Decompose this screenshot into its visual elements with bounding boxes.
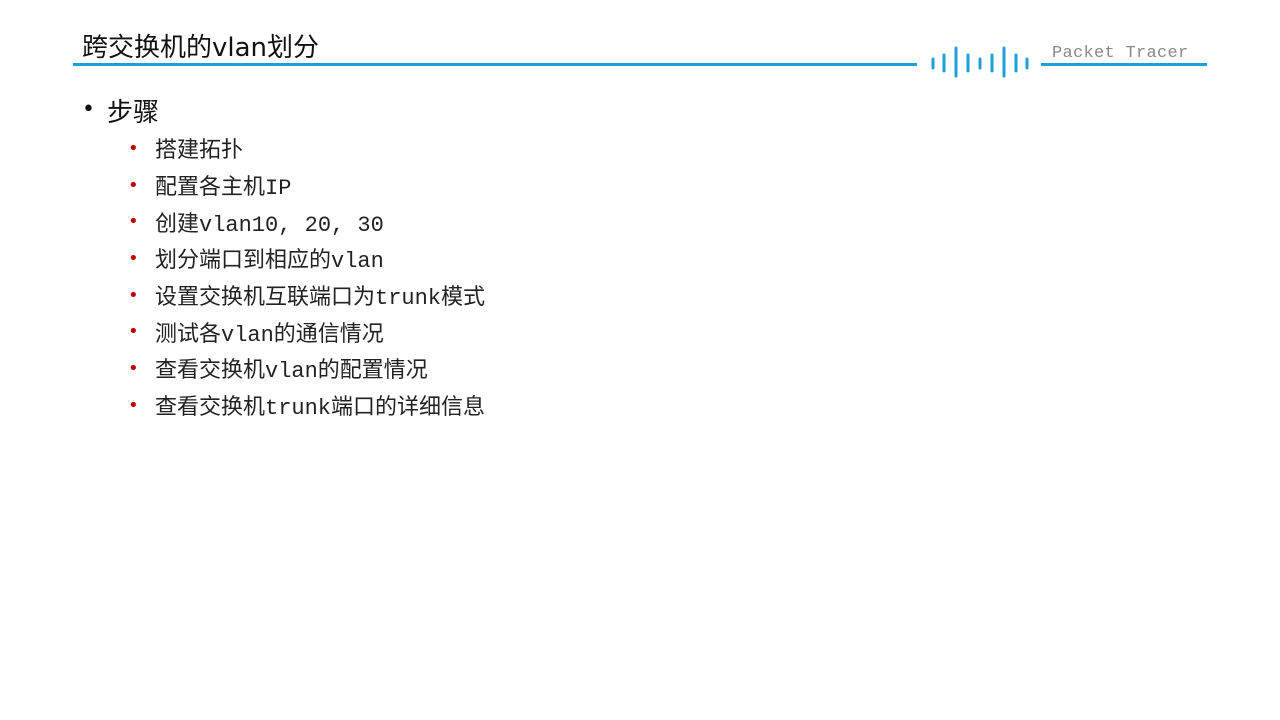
steps-heading: 步骤 (107, 97, 160, 128)
brand-text: Packet Tracer (1052, 44, 1189, 63)
step-text: 查看交换机vlan的配置情况 (155, 359, 428, 385)
red-bullet-dot-icon: • (128, 174, 139, 196)
step-text: 创建vlan10, 20, 30 (155, 212, 384, 238)
red-bullet-dot-icon: • (128, 357, 139, 379)
list-item: • 测试各vlan的通信情况 (128, 313, 1182, 350)
step-text: 配置各主机IP (155, 176, 292, 202)
red-bullet-dot-icon: • (128, 394, 139, 416)
red-bullet-dot-icon: • (128, 284, 139, 306)
steps-list: • 搭建拓扑 • 配置各主机IP • 创建vlan10, 20, 30 • 划分… (82, 130, 1182, 424)
list-item: • 创建vlan10, 20, 30 (128, 203, 1182, 240)
slide-content: • 步骤 • 搭建拓扑 • 配置各主机IP • 创建vlan10, 20, 30… (82, 90, 1182, 424)
red-bullet-dot-icon: • (128, 247, 139, 269)
step-text: 测试各vlan的通信情况 (155, 322, 384, 348)
step-text: 划分端口到相应的vlan (155, 249, 384, 275)
list-item: • 设置交换机互联端口为trunk模式 (128, 277, 1182, 314)
step-text: 查看交换机trunk端口的详细信息 (155, 396, 486, 422)
step-text: 设置交换机互联端口为trunk模式 (155, 286, 486, 312)
step-text: 搭建拓扑 (155, 139, 244, 165)
list-item: • 配置各主机IP (128, 167, 1182, 204)
slide: 跨交换机的vlan划分 Packet Tracer • 步骤 • 搭建拓扑 • … (0, 0, 1280, 720)
steps-heading-row: • 步骤 (82, 90, 1182, 130)
list-item: • 划分端口到相应的vlan (128, 240, 1182, 277)
title-underline-right (1041, 63, 1207, 66)
list-item: • 查看交换机trunk端口的详细信息 (128, 387, 1182, 424)
bullet-dot-icon: • (82, 97, 95, 122)
title-underline-left (73, 63, 917, 66)
cisco-bars-logo-icon (931, 46, 1029, 78)
list-item: • 查看交换机vlan的配置情况 (128, 350, 1182, 387)
slide-title: 跨交换机的vlan划分 (82, 33, 320, 63)
red-bullet-dot-icon: • (128, 137, 139, 159)
red-bullet-dot-icon: • (128, 211, 139, 233)
list-item: • 搭建拓扑 (128, 130, 1182, 167)
red-bullet-dot-icon: • (128, 321, 139, 343)
